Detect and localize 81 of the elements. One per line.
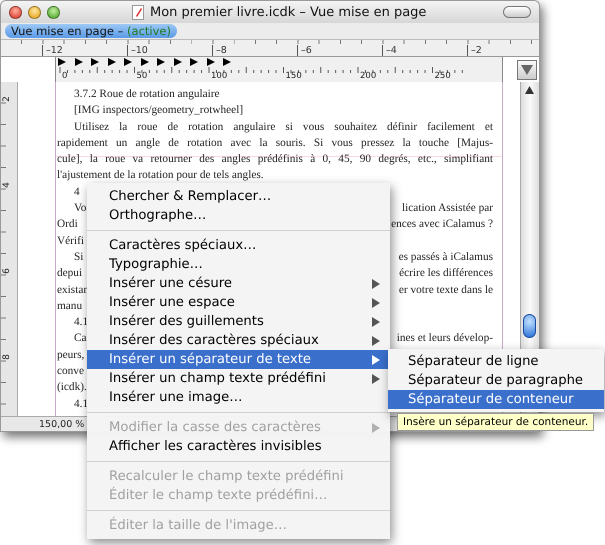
document-text: l'ajustement de la rotation pour de tels angles.	[57, 168, 264, 184]
ruler-label: 50	[136, 71, 148, 81]
document-text: [IMG inspectors/geometry_rotwheel]	[74, 103, 244, 118]
scroll-menu-button[interactable]	[517, 60, 537, 80]
view-tab[interactable]: Vue mise en page – (active)	[5, 24, 177, 38]
document-text: écrire les différences	[399, 266, 493, 282]
scroll-up-icon[interactable]	[525, 86, 534, 94]
ruler-label: –12	[42, 45, 63, 56]
document-text: conve	[57, 364, 84, 380]
tab-stop-icon[interactable]	[140, 58, 148, 66]
document-text: rapidement un angle de rotation avec la souris. Si vous pressez la touche [Majus-	[57, 136, 493, 151]
ruler-label: 200	[359, 71, 376, 81]
tab-stop-icon[interactable]	[223, 58, 231, 66]
document-icon	[132, 4, 144, 20]
document-text: ines et leurs dévelop-	[396, 331, 493, 346]
ruler-label: –2	[467, 45, 482, 56]
ruler-label: 0	[61, 71, 68, 81]
tab-stop-icon[interactable]	[190, 58, 198, 66]
menu-item[interactable]: Afficher les caractères invisibles	[87, 437, 390, 456]
tab-stop-icon[interactable]	[58, 58, 66, 66]
close-button[interactable]	[9, 6, 22, 18]
zoom-button[interactable]	[47, 6, 60, 18]
tooltip: Insère un séparateur de conteneur.	[397, 413, 594, 431]
down-triangle-icon	[521, 65, 533, 75]
document-text: depui	[57, 266, 82, 282]
document-text: Vérifi	[57, 234, 84, 249]
tab-stop-icon[interactable]	[91, 58, 99, 66]
document-text: (icdk).	[57, 380, 87, 396]
document-text: es passés à iCalamus	[398, 250, 493, 265]
document-text: ences avec iCalamus ?	[391, 217, 493, 232]
document-text: Si	[74, 250, 84, 265]
document-text: 3.7.2 Roue de rotation angulaire	[74, 87, 220, 102]
menu-item[interactable]: Insérer une espace	[87, 293, 390, 312]
menu-item[interactable]: Insérer un séparateur de texte	[87, 350, 390, 369]
tab-stop-icon[interactable]	[206, 58, 214, 66]
ruler-label: 2	[2, 96, 12, 102]
menu-item[interactable]: Insérer des caractères spéciaux	[87, 331, 390, 350]
ruler-label: 150	[284, 71, 302, 81]
menu-item[interactable]: Insérer un champ texte prédéfini	[87, 369, 390, 388]
document-text: Ordi	[57, 217, 78, 232]
document-text: Utilisez la roue de rotation angulaire si vous souhaitez définir facilement et	[74, 120, 493, 135]
ruler-label: 8	[2, 354, 12, 360]
ruler-label: –4	[382, 45, 397, 56]
document-text: Vo	[74, 201, 86, 216]
menu-item[interactable]: Insérer une césure	[87, 274, 390, 293]
tab-status: (active)	[127, 24, 171, 38]
document-text: 4	[74, 184, 80, 200]
ruler-label: 6	[2, 268, 12, 274]
menu-item[interactable]: Séparateur de ligne	[388, 352, 604, 371]
minimize-button[interactable]	[28, 6, 41, 18]
document-text: peurs,	[57, 348, 84, 363]
ruler-label: –6	[297, 45, 312, 56]
document-text: manu	[57, 298, 82, 314]
zoom-level[interactable]: 150,00 %	[39, 418, 84, 430]
ruler-label: 100	[210, 71, 228, 81]
window-title: Mon premier livre.icdk – Vue mise en page	[150, 4, 428, 20]
tab-stop-icon[interactable]	[157, 58, 165, 66]
menu-item[interactable]: Insérer une image…	[87, 388, 390, 407]
toolbar-toggle-button[interactable]	[503, 6, 531, 18]
menu-item[interactable]: Chercher & Remplacer…	[87, 187, 390, 206]
menu-item[interactable]: Caractères spéciaux…	[87, 236, 390, 255]
menu-item[interactable]: Orthographe…	[87, 206, 390, 225]
document-text: cule], la roue va retourner des angles prédéfinis à 0, 45, 90 degrés, etc., simplifiant	[57, 152, 493, 168]
menu-item[interactable]: Séparateur de conteneur	[388, 390, 604, 409]
ruler-label: 4	[2, 182, 12, 188]
document-text: 4.1	[74, 315, 88, 330]
scroll-thumb[interactable]	[523, 314, 536, 338]
tab-stop-icon[interactable]	[174, 58, 182, 66]
ruler-label: –10	[127, 45, 148, 56]
document-text: 4.1	[74, 396, 88, 412]
document-text: er votre texte dans le	[398, 282, 493, 298]
menu-item[interactable]: Séparateur de paragraphe	[388, 371, 604, 390]
menu-item[interactable]: Typographie…	[87, 255, 390, 274]
tab-stop-icon[interactable]	[124, 58, 132, 66]
tab-stop-icon[interactable]	[108, 58, 116, 66]
document-text: Ca	[74, 331, 87, 346]
document-text: lication Assistée par	[402, 201, 493, 216]
menu-item[interactable]: Insérer des guillements	[87, 312, 390, 331]
ruler-label: –8	[212, 45, 227, 56]
ruler-label: 250	[434, 71, 451, 81]
tab-stop-icon[interactable]	[74, 58, 82, 66]
